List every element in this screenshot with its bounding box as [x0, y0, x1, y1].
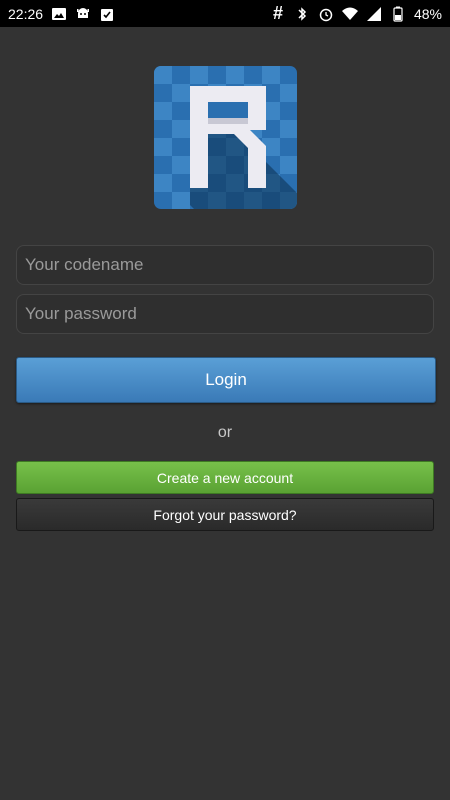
alarm-icon	[318, 6, 334, 22]
battery-icon	[390, 6, 406, 22]
signal-icon	[366, 6, 382, 22]
codename-input[interactable]	[16, 245, 434, 285]
status-bar-right: # 48%	[270, 3, 442, 23]
status-bar-left: 22:26	[8, 6, 115, 22]
password-input[interactable]	[16, 294, 434, 334]
create-account-button[interactable]: Create a new account	[16, 461, 434, 494]
bluetooth-icon	[294, 6, 310, 22]
status-bar: 22:26 # 48%	[0, 0, 450, 27]
create-account-label: Create a new account	[156, 469, 294, 486]
clock: 22:26	[8, 5, 44, 22]
app-logo	[154, 66, 297, 209]
hash-icon: #	[272, 3, 283, 23]
clipboard-check-icon	[99, 6, 115, 22]
android-debug-icon	[75, 6, 91, 22]
wifi-icon	[341, 6, 358, 22]
image-icon	[51, 6, 67, 22]
or-separator: or	[217, 424, 233, 441]
battery-percentage: 48%	[413, 5, 442, 22]
forgot-password-button[interactable]: Forgot your password?	[16, 498, 434, 531]
login-button[interactable]: Login	[16, 357, 436, 403]
login-button-label: Login	[205, 370, 247, 389]
forgot-password-label: Forgot your password?	[153, 506, 297, 523]
